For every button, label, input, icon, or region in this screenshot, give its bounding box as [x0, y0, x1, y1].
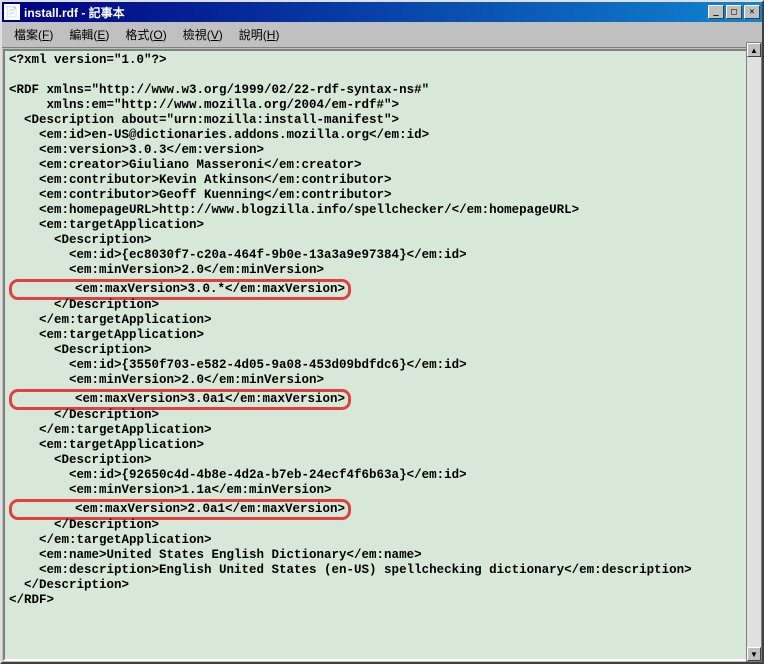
- code-line: <Description>: [9, 343, 152, 357]
- code-line: <em:targetApplication>: [9, 438, 204, 452]
- code-line: <em:targetApplication>: [9, 328, 204, 342]
- code-line: <em:contributor>Geoff Kuenning</em:contr…: [9, 188, 392, 202]
- code-line: <em:creator>Giuliano Masseroni</em:creat…: [9, 158, 362, 172]
- menubar: 檔案(F) 編輯(E) 格式(O) 檢視(V) 說明(H): [2, 22, 762, 48]
- code-line: <em:minVersion>1.1a</em:minVersion>: [9, 483, 332, 497]
- code-line: <em:contributor>Kevin Atkinson</em:contr…: [9, 173, 392, 187]
- highlight-maxversion-1: <em:maxVersion>3.0.*</em:maxVersion>: [9, 279, 351, 300]
- code-line: <Description>: [9, 233, 152, 247]
- code-line: <em:name>United States English Dictionar…: [9, 548, 422, 562]
- highlight-maxversion-2: <em:maxVersion>3.0a1</em:maxVersion>: [9, 389, 351, 410]
- close-button[interactable]: ✕: [744, 5, 760, 19]
- code-line: </em:targetApplication>: [9, 533, 212, 547]
- code-line: <em:maxVersion>2.0a1</em:maxVersion>: [15, 502, 345, 516]
- vertical-scrollbar[interactable]: ▲ ▼: [746, 42, 762, 662]
- menu-view[interactable]: 檢視(V): [175, 24, 231, 45]
- code-line: </Description>: [9, 298, 159, 312]
- window-title: install.rdf - 記事本: [24, 4, 708, 21]
- menu-format[interactable]: 格式(O): [117, 24, 174, 45]
- window-controls: _ □ ✕: [708, 5, 760, 19]
- code-line: </Description>: [9, 578, 129, 592]
- code-line: <em:maxVersion>3.0a1</em:maxVersion>: [15, 392, 345, 406]
- scroll-down-button[interactable]: ▼: [747, 647, 761, 661]
- minimize-button[interactable]: _: [708, 5, 724, 19]
- menu-edit[interactable]: 編輯(E): [61, 24, 117, 45]
- code-line: <em:id>{92650c4d-4b8e-4d2a-b7eb-24ecf4f6…: [9, 468, 467, 482]
- notepad-icon: 📄: [4, 4, 20, 20]
- code-line: <em:id>{3550f703-e582-4d05-9a08-453d09bd…: [9, 358, 467, 372]
- code-line: <RDF xmlns="http://www.w3.org/1999/02/22…: [9, 83, 429, 97]
- code-line: <em:version>3.0.3</em:version>: [9, 143, 264, 157]
- code-line: </Description>: [9, 518, 159, 532]
- scroll-up-button[interactable]: ▲: [747, 43, 761, 57]
- highlight-maxversion-3: <em:maxVersion>2.0a1</em:maxVersion>: [9, 499, 351, 520]
- code-line: <Description about="urn:mozilla:install-…: [9, 113, 399, 127]
- code-line: <em:id>en-US@dictionaries.addons.mozilla…: [9, 128, 429, 142]
- code-line: <em:id>{ec8030f7-c20a-464f-9b0e-13a3a9e9…: [9, 248, 467, 262]
- text-area[interactable]: <?xml version="1.0"?> <RDF xmlns="http:/…: [3, 49, 761, 661]
- code-line: <Description>: [9, 453, 152, 467]
- code-line: </em:targetApplication>: [9, 423, 212, 437]
- code-line: <em:minVersion>2.0</em:minVersion>: [9, 263, 324, 277]
- maximize-button[interactable]: □: [726, 5, 742, 19]
- code-line: <em:homepageURL>http://www.blogzilla.inf…: [9, 203, 579, 217]
- menu-help[interactable]: 說明(H): [231, 24, 288, 45]
- code-line: <em:targetApplication>: [9, 218, 204, 232]
- notepad-window: 📄 install.rdf - 記事本 _ □ ✕ 檔案(F) 編輯(E) 格式…: [0, 0, 764, 664]
- titlebar[interactable]: 📄 install.rdf - 記事本 _ □ ✕: [2, 2, 762, 22]
- code-line: <em:maxVersion>3.0.*</em:maxVersion>: [15, 282, 345, 296]
- code-line: </RDF>: [9, 593, 54, 607]
- code-line: <em:description>English United States (e…: [9, 563, 692, 577]
- menu-file[interactable]: 檔案(F): [6, 24, 61, 45]
- code-line: </em:targetApplication>: [9, 313, 212, 327]
- code-line: <em:minVersion>2.0</em:minVersion>: [9, 373, 324, 387]
- code-line: <?xml version="1.0"?>: [9, 53, 167, 67]
- code-line: xmlns:em="http://www.mozilla.org/2004/em…: [9, 98, 399, 112]
- code-line: </Description>: [9, 408, 159, 422]
